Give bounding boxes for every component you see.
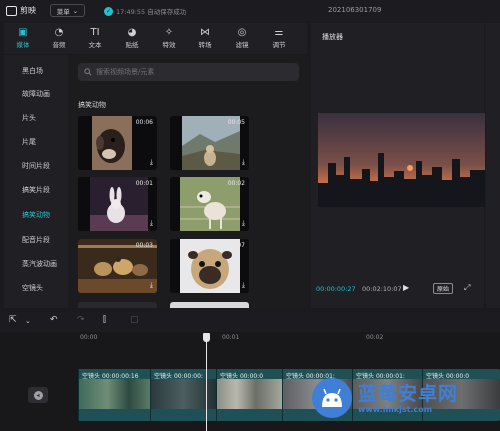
clip-thumbnail[interactable]: 00:05 ⤓ (170, 116, 249, 170)
save-status-text: 17:49:55 自动保存成功 (116, 8, 187, 16)
download-icon[interactable]: ⤓ (150, 158, 153, 167)
section-title: 搞笑动物 (78, 101, 106, 109)
tab-label: 转场 (198, 40, 212, 49)
speaker-icon: ◂ (33, 390, 43, 400)
timeline-clip[interactable]: 空镜头 00:00:00:16 (78, 369, 150, 421)
search-input[interactable] (96, 68, 286, 76)
sticker-icon: ◕ (127, 26, 137, 38)
clip-frames (217, 379, 282, 409)
clip-duration: 00:03 (135, 242, 153, 249)
ruler-label: 00:00 (80, 334, 98, 341)
sidebar-item[interactable]: 片尾 (22, 137, 36, 147)
clip-frames (79, 379, 150, 409)
undo-icon[interactable]: ↶ (50, 315, 58, 325)
watermark-main: 蓝莓安卓网 (358, 382, 459, 405)
sidebar-item[interactable]: 蒸汽波动画 (22, 259, 57, 269)
transition-icon: ⋈ (200, 26, 210, 38)
tab-text[interactable]: TI 文本 (77, 24, 113, 51)
sidebar-item[interactable]: 搞笑片段 (22, 185, 50, 195)
details-panel (486, 23, 500, 308)
time-current: 00:00:00:27 (316, 285, 356, 293)
split-icon[interactable]: ⫿ (103, 315, 106, 325)
player-title: 播放器 (322, 33, 343, 41)
search-box[interactable] (78, 63, 299, 81)
tab-label: 贴纸 (125, 40, 139, 49)
watermark: 蓝莓安卓网 www.lmkjst.com (312, 378, 458, 418)
app-logo: 剪映 (6, 5, 36, 16)
tab-effects[interactable]: ✧ 特效 (151, 24, 187, 51)
sidebar-item[interactable]: 黑白场 (22, 66, 43, 76)
download-icon[interactable]: ⤓ (150, 281, 153, 290)
save-status: ✓ 17:49:55 自动保存成功 (104, 6, 186, 16)
media-icon: ▣ (18, 26, 28, 38)
play-icon[interactable]: ▶ (403, 283, 409, 292)
ruler-label: 00:01 (222, 334, 240, 341)
tab-label: 特效 (162, 40, 176, 49)
check-icon: ✓ (104, 6, 113, 16)
playhead[interactable] (206, 337, 207, 431)
chevron-down-icon: ⌄ (72, 6, 79, 15)
clip-thumbnail[interactable]: 00:01 ⤓ (78, 177, 157, 231)
tab-audio[interactable]: ◔ 音频 (41, 24, 77, 51)
timeline-toolbar (0, 312, 500, 332)
tab-media[interactable]: ▣ 媒体 (5, 24, 41, 51)
effects-icon: ✧ (164, 26, 174, 38)
tab-transition[interactable]: ⋈ 转场 (187, 24, 223, 51)
preview-image (318, 113, 485, 207)
clip-duration: 00:06 (135, 119, 153, 126)
ratio-button[interactable]: 原始 (433, 283, 453, 294)
delete-icon: ▢ (130, 315, 139, 325)
download-icon[interactable]: ⤓ (242, 219, 245, 228)
clip-duration: 00:07 (227, 242, 245, 249)
filter-icon: ◎ (237, 26, 247, 38)
clip-duration: 00:02 (227, 180, 245, 187)
tab-label: 调节 (272, 40, 286, 49)
sidebar-item[interactable]: 配音片段 (22, 235, 50, 245)
track-mute-button[interactable]: ◂ (28, 387, 48, 403)
watermark-logo-icon (312, 378, 352, 418)
sidebar-item[interactable]: 搞笑动物 (22, 210, 50, 220)
watermark-text: 蓝莓安卓网 www.lmkjst.com (358, 383, 458, 414)
sidebar-item[interactable]: 故障动画 (22, 89, 50, 99)
player-preview (318, 113, 485, 207)
chevron-down-icon[interactable]: ⌄ (25, 317, 31, 325)
download-icon[interactable]: ⤓ (150, 219, 153, 228)
app-logo-icon (6, 5, 17, 16)
fullscreen-icon[interactable]: ⤢ (464, 283, 470, 293)
tab-filter[interactable]: ◎ 滤镜 (224, 24, 260, 51)
sidebar-item[interactable]: 空镜头 (22, 283, 43, 293)
timeline-clip[interactable]: 空镜头 00:00:0 (216, 369, 282, 421)
tab-label: 音频 (52, 40, 66, 49)
clip-thumbnail-partial (170, 302, 249, 308)
clip-thumbnail[interactable]: 00:03 ⤓ (78, 239, 157, 293)
tab-label: 媒体 (16, 40, 30, 49)
ruler-label: 00:02 (366, 334, 384, 341)
clip-duration: 00:01 (135, 180, 153, 187)
redo-icon: ↷ (77, 315, 85, 325)
clip-thumbnail[interactable]: 00:07 ⤓ (170, 239, 249, 293)
sidebar-item[interactable]: 片头 (22, 113, 36, 123)
tab-adjust[interactable]: ⚌ 调节 (261, 24, 297, 51)
text-icon: TI (90, 26, 100, 38)
menu-label: 菜单 (56, 7, 70, 16)
audio-icon: ◔ (54, 26, 64, 38)
clip-thumbnail-partial (78, 302, 157, 308)
sidebar-item[interactable]: 时间片段 (22, 161, 50, 171)
clip-duration: 00:05 (227, 119, 245, 126)
tab-sticker[interactable]: ◕ 贴纸 (114, 24, 150, 51)
clip-thumbnail[interactable]: 00:06 ⤓ (78, 116, 157, 170)
app-name: 剪映 (20, 6, 36, 15)
download-icon[interactable]: ⤓ (242, 281, 245, 290)
download-icon[interactable]: ⤓ (242, 158, 245, 167)
adjust-icon: ⚌ (274, 26, 284, 38)
project-name: 202106301709 (328, 6, 382, 14)
select-cursor-icon[interactable]: ⇱ (9, 315, 17, 325)
tab-label: 滤镜 (235, 40, 249, 49)
search-icon (84, 68, 92, 76)
menu-button[interactable]: 菜单 ⌄ (50, 4, 85, 17)
tab-label: 文本 (88, 40, 102, 49)
time-total: 00:02:10:07 (362, 285, 402, 293)
clip-thumbnail[interactable]: 00:02 ⤓ (170, 177, 249, 231)
watermark-sub: www.lmkjst.com (358, 404, 433, 414)
